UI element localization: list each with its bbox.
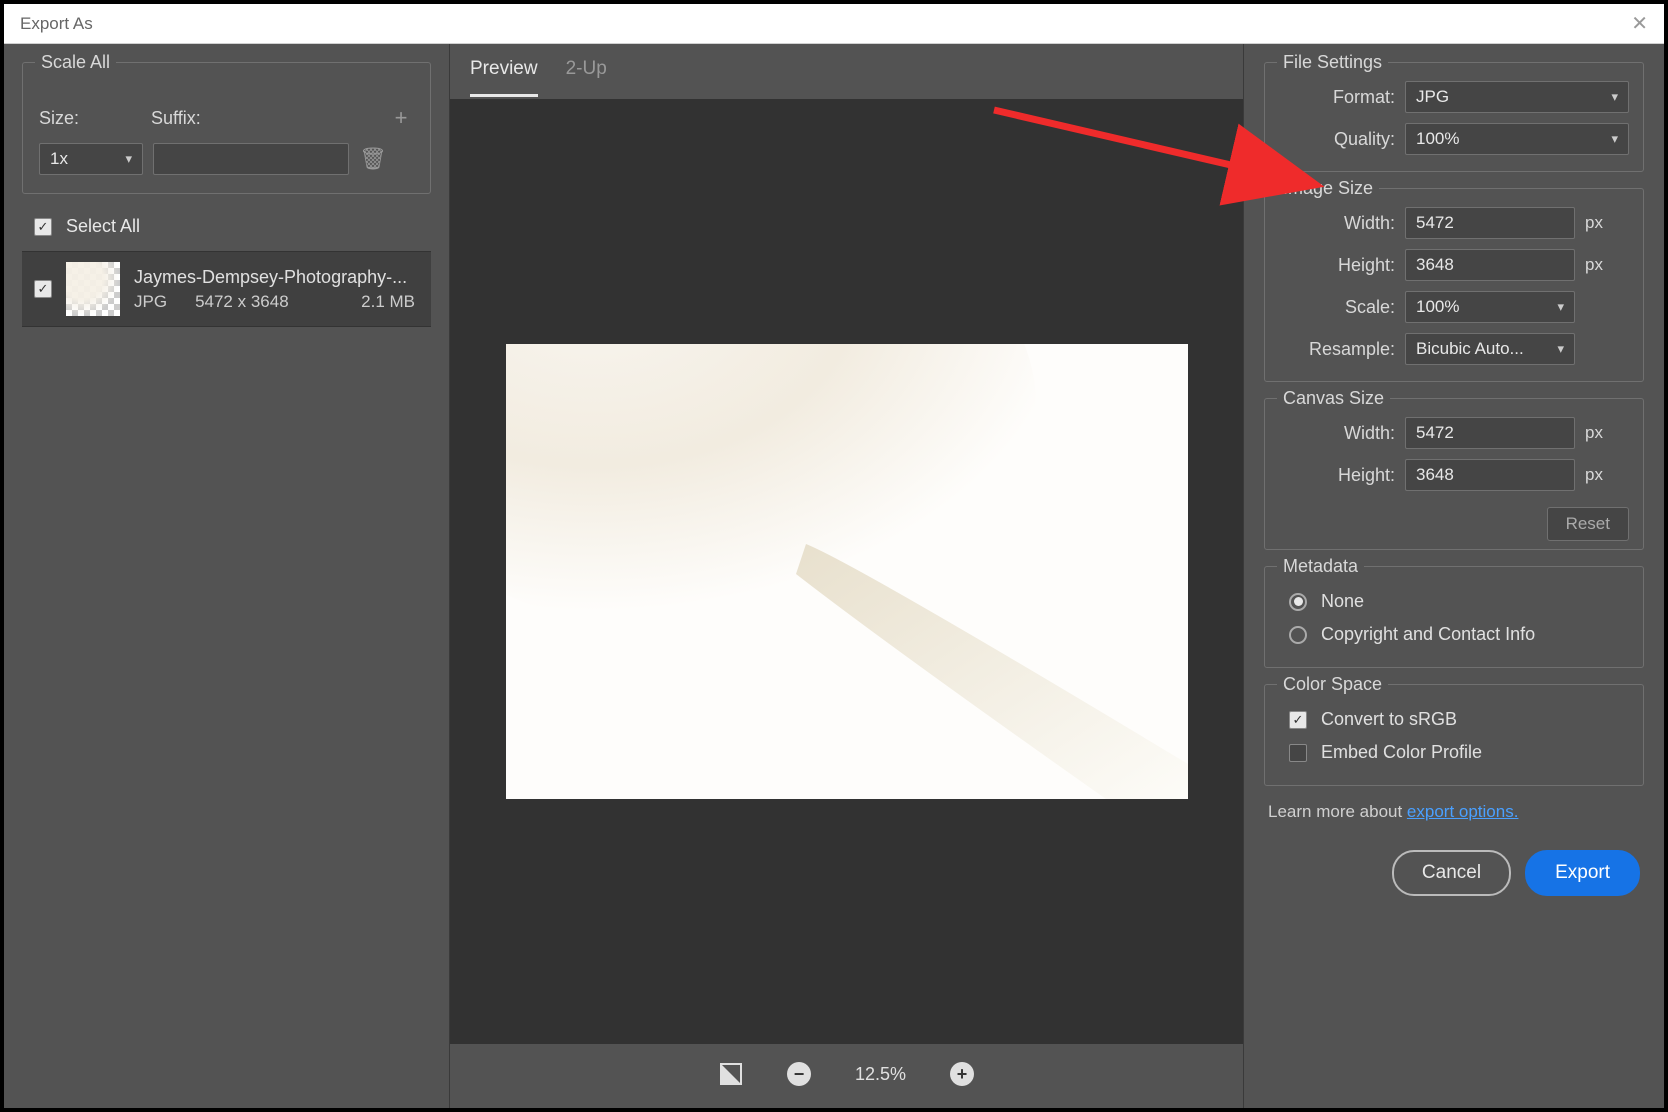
contrast-icon[interactable] bbox=[719, 1062, 743, 1086]
canvas-width-label: Width: bbox=[1279, 423, 1395, 444]
unit-px: px bbox=[1585, 213, 1611, 233]
file-checkbox[interactable]: ✓ bbox=[34, 280, 52, 298]
canvas-size-group: Canvas Size Width: px Height: px Reset bbox=[1264, 398, 1644, 550]
center-panel: Preview 2-Up bbox=[449, 44, 1244, 1108]
window-title: Export As bbox=[20, 14, 93, 34]
metadata-copyright-radio[interactable] bbox=[1289, 626, 1307, 644]
metadata-legend: Metadata bbox=[1277, 556, 1364, 577]
size-select[interactable]: 1x ▾ bbox=[39, 143, 143, 175]
suffix-label: Suffix: bbox=[151, 108, 376, 129]
quality-select[interactable]: 100% ▾ bbox=[1405, 123, 1629, 155]
left-panel: Scale All Size: Suffix: + 1x ▾ 🗑 ✓ S bbox=[4, 44, 449, 1108]
unit-px: px bbox=[1585, 465, 1611, 485]
select-all-checkbox[interactable]: ✓ bbox=[34, 218, 52, 236]
suffix-input[interactable] bbox=[153, 143, 349, 175]
file-list-item[interactable]: ✓ Jaymes-Dempsey-Photography-... JPG 547… bbox=[22, 251, 431, 327]
quality-label: Quality: bbox=[1279, 129, 1395, 150]
zoom-in-icon[interactable]: + bbox=[950, 1062, 974, 1086]
convert-srgb-label: Convert to sRGB bbox=[1321, 709, 1457, 730]
scale-label: Scale: bbox=[1279, 297, 1395, 318]
close-icon[interactable]: ✕ bbox=[1631, 11, 1648, 36]
image-height-input[interactable] bbox=[1405, 249, 1575, 281]
dialog-buttons: Cancel Export bbox=[1264, 850, 1644, 896]
size-label: Size: bbox=[39, 108, 139, 129]
convert-srgb-checkbox[interactable]: ✓ bbox=[1289, 711, 1307, 729]
canvas-height-label: Height: bbox=[1279, 465, 1395, 486]
export-button[interactable]: Export bbox=[1525, 850, 1640, 896]
reset-button[interactable]: Reset bbox=[1547, 507, 1629, 541]
resample-select[interactable]: Bicubic Auto... ▾ bbox=[1405, 333, 1575, 365]
scale-all-legend: Scale All bbox=[35, 52, 116, 73]
scale-value: 100% bbox=[1416, 297, 1459, 317]
file-name: Jaymes-Dempsey-Photography-... bbox=[134, 267, 419, 288]
canvas-height-input[interactable] bbox=[1405, 459, 1575, 491]
color-space-legend: Color Space bbox=[1277, 674, 1388, 695]
image-size-legend: Image Size bbox=[1277, 178, 1379, 199]
scale-all-group: Scale All Size: Suffix: + 1x ▾ 🗑 bbox=[22, 62, 431, 194]
scale-select[interactable]: 100% ▾ bbox=[1405, 291, 1575, 323]
right-panel: File Settings Format: JPG ▾ Quality: 100… bbox=[1244, 44, 1664, 1108]
format-value: JPG bbox=[1416, 87, 1449, 107]
preview-image bbox=[506, 344, 1188, 799]
file-meta: Jaymes-Dempsey-Photography-... JPG 5472 … bbox=[134, 267, 419, 312]
metadata-none-radio[interactable] bbox=[1289, 593, 1307, 611]
cancel-button[interactable]: Cancel bbox=[1392, 850, 1511, 896]
embed-profile-checkbox[interactable] bbox=[1289, 744, 1307, 762]
height-label: Height: bbox=[1279, 255, 1395, 276]
size-value: 1x bbox=[50, 149, 68, 169]
resample-value: Bicubic Auto... bbox=[1416, 339, 1524, 359]
color-space-group: Color Space ✓ Convert to sRGB Embed Colo… bbox=[1264, 684, 1644, 786]
canvas-size-legend: Canvas Size bbox=[1277, 388, 1390, 409]
delete-scale-icon[interactable]: 🗑 bbox=[359, 146, 385, 172]
chevron-down-icon: ▾ bbox=[1611, 89, 1618, 105]
preview-area[interactable] bbox=[450, 99, 1243, 1044]
file-format: JPG bbox=[134, 292, 167, 312]
width-label: Width: bbox=[1279, 213, 1395, 234]
file-size: 2.1 MB bbox=[361, 292, 415, 312]
resample-label: Resample: bbox=[1279, 339, 1395, 360]
file-thumbnail bbox=[66, 262, 120, 316]
unit-px: px bbox=[1585, 423, 1611, 443]
file-settings-group: File Settings Format: JPG ▾ Quality: 100… bbox=[1264, 62, 1644, 172]
select-all-label: Select All bbox=[66, 216, 140, 237]
tab-2up[interactable]: 2-Up bbox=[566, 58, 607, 97]
tab-preview[interactable]: Preview bbox=[470, 58, 538, 97]
image-size-group: Image Size Width: px Height: px Scale: 1… bbox=[1264, 188, 1644, 382]
chevron-down-icon: ▾ bbox=[1557, 341, 1564, 357]
unit-px: px bbox=[1585, 255, 1611, 275]
metadata-none-label: None bbox=[1321, 591, 1364, 612]
format-label: Format: bbox=[1279, 87, 1395, 108]
canvas-width-input[interactable] bbox=[1405, 417, 1575, 449]
quality-value: 100% bbox=[1416, 129, 1459, 149]
export-options-link[interactable]: export options. bbox=[1407, 802, 1519, 821]
title-bar: Export As ✕ bbox=[4, 4, 1664, 44]
chevron-down-icon: ▾ bbox=[1557, 299, 1564, 315]
preview-tabs: Preview 2-Up bbox=[450, 44, 1243, 97]
chevron-down-icon: ▾ bbox=[125, 151, 132, 167]
format-select[interactable]: JPG ▾ bbox=[1405, 81, 1629, 113]
zoom-level: 12.5% bbox=[855, 1064, 906, 1085]
metadata-group: Metadata None Copyright and Contact Info bbox=[1264, 566, 1644, 668]
file-settings-legend: File Settings bbox=[1277, 52, 1388, 73]
add-scale-icon[interactable]: + bbox=[388, 105, 414, 131]
zoom-toolbar: − 12.5% + bbox=[450, 1044, 1243, 1108]
zoom-out-icon[interactable]: − bbox=[787, 1062, 811, 1086]
chevron-down-icon: ▾ bbox=[1611, 131, 1618, 147]
select-all-row: ✓ Select All bbox=[22, 202, 431, 251]
embed-profile-label: Embed Color Profile bbox=[1321, 742, 1482, 763]
file-dimensions: 5472 x 3648 bbox=[195, 292, 289, 312]
image-width-input[interactable] bbox=[1405, 207, 1575, 239]
learn-more-text: Learn more about export options. bbox=[1268, 802, 1640, 822]
metadata-copyright-label: Copyright and Contact Info bbox=[1321, 624, 1535, 645]
